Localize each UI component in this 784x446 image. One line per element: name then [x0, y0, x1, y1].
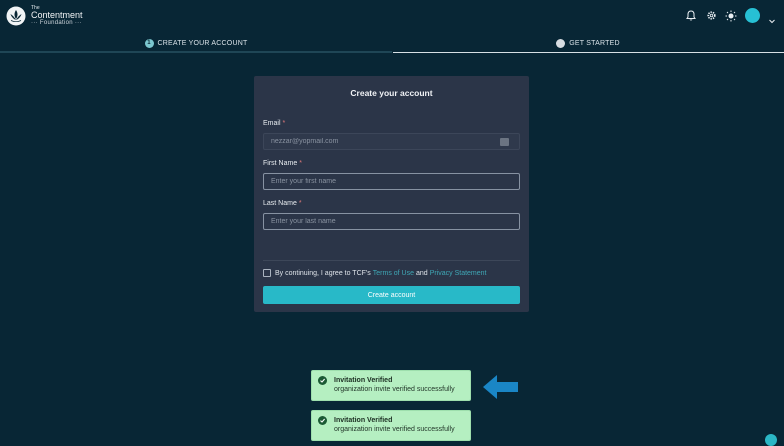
first-name-field[interactable]: [263, 173, 520, 190]
terms-checkbox[interactable]: [263, 269, 271, 277]
last-name-field[interactable]: [263, 213, 520, 230]
check-circle-icon: [318, 376, 327, 385]
last-name-label: Last Name *: [263, 200, 302, 207]
step-get-started: GET STARTED: [392, 32, 784, 54]
step-progress-inactive: [393, 52, 784, 53]
required-mark: *: [298, 200, 302, 207]
sun-icon[interactable]: [725, 10, 737, 22]
toast-title: Invitation Verified: [334, 417, 393, 424]
toast-notification: Invitation Verified organization invite …: [311, 370, 471, 401]
step-label: CREATE YOUR ACCOUNT: [157, 39, 248, 47]
first-name-label: First Name *: [263, 160, 302, 167]
bell-icon[interactable]: [685, 10, 697, 22]
toast-message: organization invite verified successfull…: [334, 386, 455, 394]
toast-message: organization invite verified successfull…: [334, 426, 455, 434]
step-number: 1: [144, 38, 154, 48]
terms-row: By continuing, I agree to TCF's Terms of…: [263, 269, 489, 277]
help-icon[interactable]: [765, 434, 777, 446]
step-indicator: [556, 38, 566, 48]
terms-of-use-link[interactable]: Terms of Use: [373, 270, 414, 277]
required-mark: *: [299, 160, 302, 167]
terms-prefix: By continuing, I agree to TCF's: [275, 269, 371, 277]
step-progress-active: [0, 51, 392, 53]
gear-icon[interactable]: [705, 10, 717, 22]
top-header: The Contentment ··· Foundation ···: [0, 0, 784, 32]
email-label: Email *: [263, 120, 286, 127]
logo-name: Contentment: [31, 10, 83, 20]
chevron-down-icon[interactable]: [768, 12, 776, 23]
toast-notification: Invitation Verified organization invite …: [311, 410, 471, 441]
lotus-logo-icon: [6, 6, 26, 26]
logo[interactable]: The Contentment ··· Foundation ···: [6, 6, 83, 26]
required-mark: *: [282, 120, 286, 127]
step-label: GET STARTED: [569, 39, 620, 47]
create-account-button[interactable]: Create account: [263, 286, 520, 304]
terms-and: and: [416, 269, 428, 277]
arrow-left-icon: [483, 375, 518, 399]
logo-foundation: ··· Foundation ···: [31, 20, 82, 26]
autofill-icon[interactable]: [500, 138, 509, 146]
avatar[interactable]: [745, 8, 760, 23]
card-title: Create your account: [350, 88, 433, 98]
divider: [263, 260, 520, 261]
privacy-statement-link[interactable]: Privacy Statement: [430, 270, 487, 277]
email-field[interactable]: [263, 133, 520, 150]
toast-title: Invitation Verified: [334, 377, 393, 384]
check-circle-icon: [318, 416, 327, 425]
create-account-card: Create your account Email * First Name *…: [254, 76, 529, 312]
